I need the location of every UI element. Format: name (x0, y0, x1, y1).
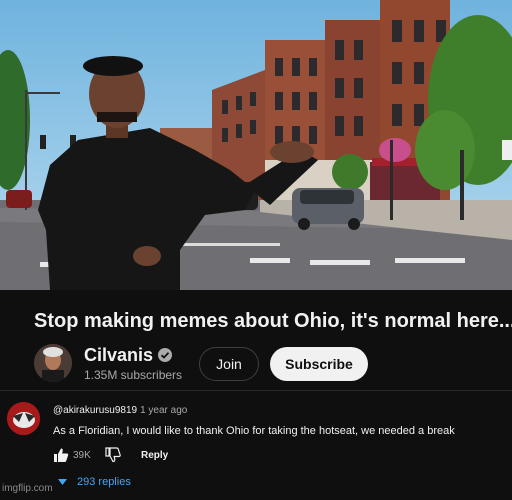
like-count: 39K (73, 450, 91, 461)
comment-author[interactable]: @akirakurusu9819 (53, 405, 137, 416)
like-icon[interactable] (53, 447, 69, 466)
subscribe-button[interactable]: Subscribe (270, 347, 368, 381)
subscriber-count: 1.35M subscribers (84, 368, 183, 382)
replies-count: 293 replies (77, 476, 131, 488)
comment-text: As a Floridian, I would like to thank Oh… (53, 425, 455, 437)
comment-header: @akirakurusu9819 1 year ago (53, 405, 187, 416)
chevron-down-icon (58, 476, 67, 488)
channel-name[interactable]: Cilvanis (84, 345, 173, 366)
divider (0, 390, 512, 391)
video-frame[interactable] (0, 0, 512, 290)
comment-item: @akirakurusu9819 1 year ago As a Floridia… (0, 398, 512, 498)
channel-row: Cilvanis 1.35M subscribers Join Subscrib… (34, 344, 484, 384)
commenter-avatar[interactable] (7, 402, 40, 435)
verified-icon (158, 348, 173, 363)
channel-avatar[interactable] (34, 344, 72, 382)
reply-button[interactable]: Reply (141, 450, 168, 461)
view-replies-button[interactable]: 293 replies (58, 476, 131, 488)
join-button[interactable]: Join (199, 347, 259, 381)
video-title: Stop making memes about Ohio, it's norma… (34, 310, 512, 332)
channel-name-text: Cilvanis (84, 345, 154, 365)
video-meta: Stop making memes about Ohio, it's norma… (0, 290, 512, 500)
dislike-icon[interactable] (105, 447, 121, 466)
watermark: imgflip.com (2, 483, 53, 494)
comment-time[interactable]: 1 year ago (140, 405, 187, 416)
street-scene-image (0, 0, 512, 290)
